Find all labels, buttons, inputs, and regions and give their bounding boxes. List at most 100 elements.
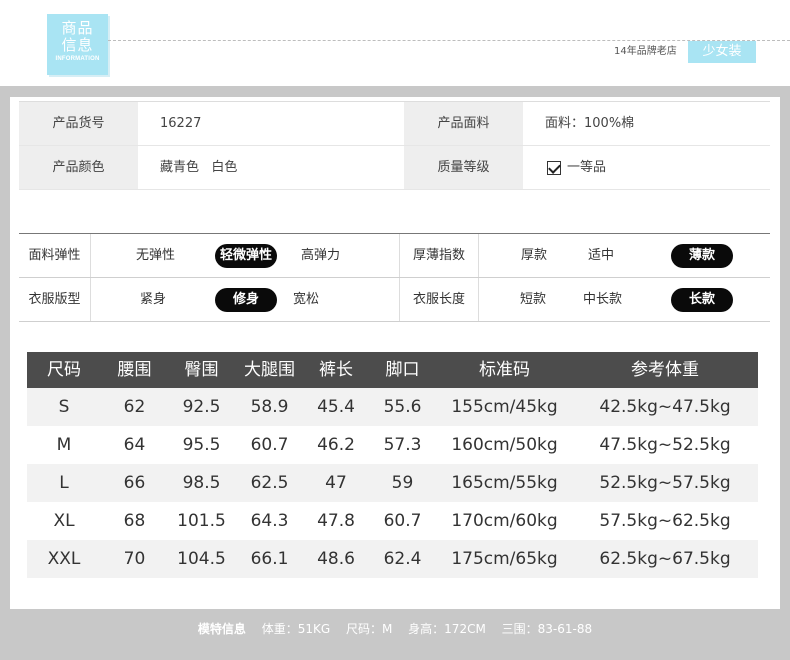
cell-hip: 92.5 — [182, 397, 221, 417]
cell-waist: 62 — [123, 397, 146, 417]
cell-thigh: 66.1 — [250, 549, 289, 569]
cell-size: L — [59, 473, 69, 493]
table-row: XXL 70 104.5 66.1 48.6 62.4 175cm/65kg 62.5kg~6… — [27, 540, 758, 578]
cell-thigh: 64.3 — [250, 511, 289, 531]
value-quality: 一等品 — [523, 146, 769, 189]
fit-options: 紧身 修身 宽松 — [91, 278, 399, 321]
cell-pants-length: 46.2 — [317, 435, 355, 455]
quality-grade: 一等品 — [567, 160, 607, 175]
cell-thigh: 62.5 — [250, 473, 289, 493]
model-info-title: 模特信息 — [197, 622, 246, 636]
size-table-body: S 62 92.5 58.9 45.4 55.6 155cm/45kg 42.5kg~47.5… — [27, 388, 758, 578]
brand-tag: 少女装 — [688, 41, 756, 63]
content-card: 产品货号 16227 产品面料 面料：100%棉 产品颜色 藏青色 白色 质量等… — [10, 97, 780, 609]
info-logo: 商品 信息 INFORMATION — [47, 14, 108, 75]
header-waist: 腰围 — [117, 360, 152, 380]
option-no-stretch: 无弹性 — [136, 248, 176, 263]
cell-size: XL — [53, 511, 75, 531]
logo-line-3: INFORMATION — [55, 56, 100, 62]
cell-standard-size: 155cm/45kg — [451, 397, 558, 417]
option-medium: 适中 — [588, 248, 615, 263]
attr-row: 衣服版型 紧身 修身 宽松 衣服长度 短款 中长款 长款 — [19, 278, 770, 322]
cell-hip: 95.5 — [182, 435, 221, 455]
header-ref-weight: 参考体重 — [631, 360, 699, 380]
option-thick: 厚款 — [521, 248, 548, 263]
cell-waist: 66 — [123, 473, 146, 493]
cell-pants-length: 45.4 — [317, 397, 355, 417]
model-weight: 体重：51KG — [261, 622, 331, 636]
cell-leg-opening: 62.4 — [383, 549, 422, 569]
info-row: 产品颜色 藏青色 白色 质量等级 一等品 — [19, 146, 770, 190]
option-short: 短款 — [520, 292, 547, 307]
option-tight: 紧身 — [140, 292, 167, 307]
value-color: 藏青色 白色 — [160, 160, 238, 175]
option-thin-selected: 薄款 — [671, 244, 733, 268]
content-frame: 产品货号 16227 产品面料 面料：100%棉 产品颜色 藏青色 白色 质量等… — [0, 86, 790, 660]
header-pants-length: 裤长 — [319, 360, 353, 380]
logo-line-1: 商品 — [61, 19, 94, 37]
model-height: 身高：172CM — [408, 622, 486, 636]
table-row: XL 68 101.5 64.3 47.8 60.7 170cm/60kg 57.5kg~62… — [27, 502, 758, 540]
option-long-selected: 长款 — [671, 288, 733, 312]
option-slim-selected: 修身 — [215, 288, 277, 312]
cell-ref-weight: 42.5kg~47.5kg — [599, 397, 731, 417]
checkbox-checked-icon — [547, 161, 561, 175]
label-quality: 质量等级 — [404, 146, 523, 189]
model-measurements: 三围：83-61-88 — [501, 622, 593, 636]
cell-ref-weight: 62.5kg~67.5kg — [599, 549, 731, 569]
cell-ref-weight: 57.5kg~62.5kg — [599, 511, 731, 531]
cell-hip: 104.5 — [177, 549, 226, 569]
cell-thigh: 58.9 — [250, 397, 289, 417]
elasticity-options: 无弹性 轻微弹性 高弹力 — [91, 234, 399, 277]
page-header: 商品 信息 INFORMATION 14年品牌老店 少女装 — [0, 0, 790, 86]
table-row: M 64 95.5 60.7 46.2 57.3 160cm/50kg 47.5kg~52.5… — [27, 426, 758, 464]
attr-row: 面料弹性 无弹性 轻微弹性 高弹力 厚薄指数 厚款 适中 薄款 — [19, 234, 770, 278]
cell-pants-length: 47.8 — [317, 511, 355, 531]
cell-pants-length: 48.6 — [317, 549, 355, 569]
size-table-header: 尺码 腰围 臀围 大腿围 裤长 脚口 标准码 参考体重 — [27, 352, 758, 388]
cell-size: S — [58, 397, 70, 417]
label-length: 衣服长度 — [399, 278, 479, 321]
cell-standard-size: 165cm/55kg — [451, 473, 558, 493]
header-leg-opening: 脚口 — [385, 360, 420, 380]
cell-pants-length: 47 — [325, 473, 347, 493]
cell-standard-size: 170cm/60kg — [451, 511, 558, 531]
option-loose: 宽松 — [293, 292, 320, 307]
cell-waist: 64 — [123, 435, 146, 455]
label-fit: 衣服版型 — [19, 278, 91, 321]
cell-hip: 98.5 — [182, 473, 221, 493]
option-slight-stretch-selected: 轻微弹性 — [215, 244, 277, 268]
cell-hip: 101.5 — [177, 511, 226, 531]
cell-thigh: 60.7 — [250, 435, 289, 455]
brand-text: 14年品牌老店 — [614, 46, 677, 57]
thickness-options: 厚款 适中 薄款 — [479, 234, 769, 277]
label-item-no: 产品货号 — [19, 102, 138, 145]
cell-size: XXL — [47, 549, 81, 569]
attribute-table: 面料弹性 无弹性 轻微弹性 高弹力 厚薄指数 厚款 适中 薄款 衣服版型 紧身 … — [19, 233, 770, 322]
option-high-stretch: 高弹力 — [301, 248, 341, 263]
header-thigh: 大腿围 — [244, 360, 295, 380]
info-row: 产品货号 16227 产品面料 面料：100%棉 — [19, 102, 770, 146]
product-info-table: 产品货号 16227 产品面料 面料：100%棉 产品颜色 藏青色 白色 质量等… — [19, 101, 770, 190]
cell-leg-opening: 59 — [391, 473, 414, 493]
cell-waist: 68 — [123, 511, 146, 531]
cell-ref-weight: 47.5kg~52.5kg — [599, 435, 731, 455]
cell-ref-weight: 52.5kg~57.5kg — [599, 473, 731, 493]
value-fabric: 面料：100%棉 — [545, 116, 635, 131]
table-row: S 62 92.5 58.9 45.4 55.6 155cm/45kg 42.5kg~47.5… — [27, 388, 758, 426]
cell-size: M — [56, 435, 72, 455]
logo-line-2: 信息 — [61, 36, 94, 54]
label-color: 产品颜色 — [19, 146, 138, 189]
model-info-footer: 模特信息 体重：51KG 尺码：M 身高：172CM 三围：83-61-88 — [0, 618, 790, 640]
cell-standard-size: 160cm/50kg — [451, 435, 558, 455]
label-elasticity: 面料弹性 — [19, 234, 91, 277]
length-options: 短款 中长款 长款 — [479, 278, 769, 321]
header-hip: 臀围 — [184, 360, 219, 380]
label-fabric: 产品面料 — [404, 102, 523, 145]
table-row: L 66 98.5 62.5 47 59 165cm/55kg 52.5kg~57.5kg — [27, 464, 758, 502]
cell-leg-opening: 60.7 — [383, 511, 422, 531]
header-standard-size: 标准码 — [479, 360, 530, 380]
cell-leg-opening: 57.3 — [383, 435, 422, 455]
value-item-no: 16227 — [160, 116, 202, 131]
cell-standard-size: 175cm/65kg — [451, 549, 558, 569]
